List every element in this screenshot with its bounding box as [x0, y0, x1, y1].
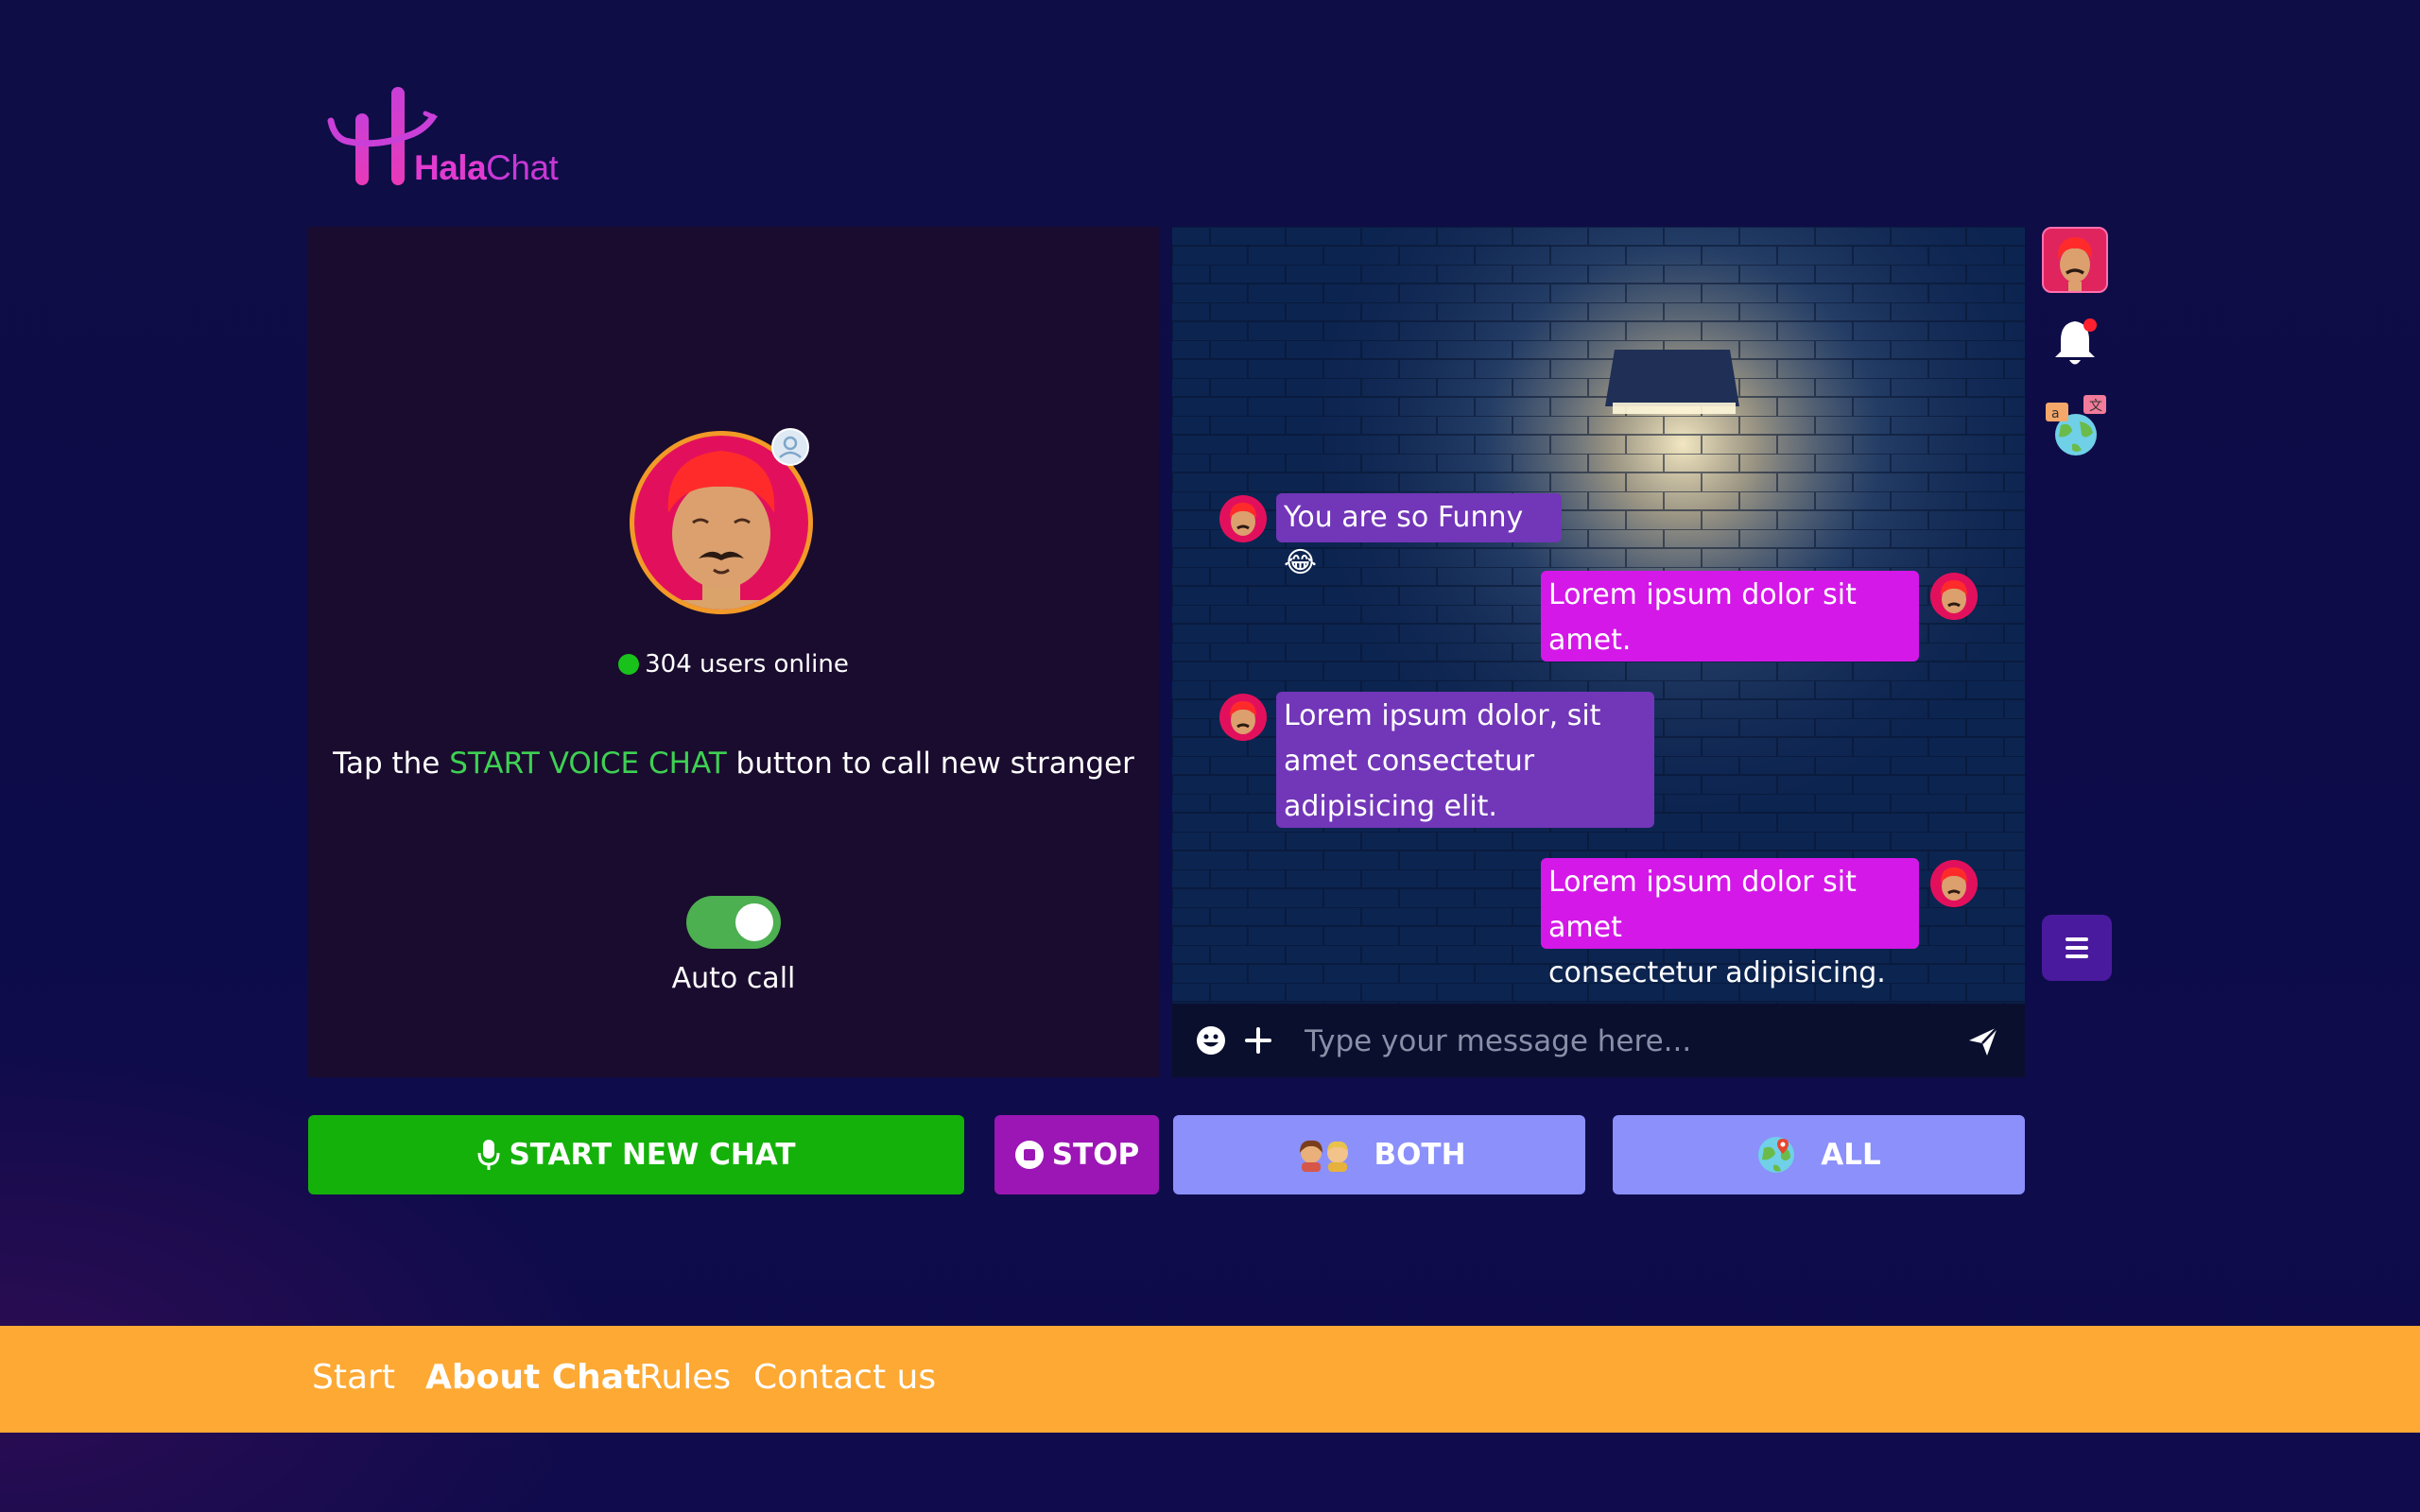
sender-avatar — [1930, 573, 1978, 620]
both-label: BOTH — [1374, 1138, 1466, 1172]
language-globe-icon[interactable]: a 文 — [2044, 393, 2110, 459]
both-genders-icon — [1300, 1140, 1349, 1172]
auto-call-toggle[interactable] — [686, 896, 781, 949]
text-chat-panel: You are so Funny 😂 Lorem ipsum dolor sit… — [1172, 227, 2025, 1077]
svg-text:a: a — [2051, 406, 2060, 421]
stop-button[interactable]: STOP — [994, 1115, 1159, 1194]
online-dot-icon — [618, 654, 640, 675]
attach-plus-icon[interactable] — [1242, 1024, 1274, 1057]
footer-link-rules[interactable]: Rules — [639, 1356, 731, 1400]
start-new-chat-label: START NEW CHAT — [509, 1138, 796, 1172]
message-input-bar — [1172, 1004, 2025, 1077]
footer-link-start[interactable]: Start — [312, 1356, 395, 1400]
voice-chat-panel: 304 users online Tap the START VOICE CHA… — [308, 227, 1159, 1077]
message-received: Lorem ipsum dolor, sit amet consectetur ad… — [1276, 692, 1654, 828]
instruction-text: Tap the START VOICE CHAT button to call … — [333, 747, 1134, 781]
sender-avatar — [1930, 860, 1978, 907]
footer-nav: Start About Chat Rules Contact us — [0, 1326, 2420, 1433]
halachat-logo[interactable]: HalaChat — [327, 85, 573, 198]
message-sent: Lorem ipsum dolor sit amet consectetur ad… — [1541, 858, 1919, 1035]
microphone-icon — [477, 1140, 500, 1170]
stop-icon — [1014, 1141, 1044, 1169]
gender-both-button[interactable]: BOTH — [1173, 1115, 1585, 1194]
toggle-knob — [735, 903, 773, 941]
notification-dot — [2083, 318, 2097, 332]
add-user-icon[interactable] — [771, 428, 809, 466]
menu-button[interactable] — [2042, 915, 2112, 981]
sender-avatar — [1219, 694, 1267, 741]
footer-link-contact-us[interactable]: Contact us — [753, 1356, 936, 1400]
emoji-icon[interactable] — [1195, 1024, 1227, 1057]
start-new-chat-button[interactable]: START NEW CHAT — [308, 1115, 964, 1194]
send-icon[interactable] — [1966, 1024, 2000, 1058]
users-online-status: 304 users online — [308, 650, 1159, 679]
footer-link-about-chat[interactable]: About Chat — [425, 1356, 640, 1400]
world-globe-icon — [1758, 1137, 1795, 1173]
region-all-button[interactable]: ALL — [1613, 1115, 2025, 1194]
message-input[interactable] — [1303, 1017, 1949, 1066]
sender-avatar — [1219, 495, 1267, 542]
message-received: You are so Funny 😂 — [1276, 493, 1562, 579]
auto-call-label: Auto call — [671, 962, 796, 995]
message-sent: Lorem ipsum dolor sit amet. — [1541, 571, 1919, 662]
all-label: ALL — [1821, 1138, 1881, 1172]
hamburger-icon — [2066, 937, 2088, 941]
stop-label: STOP — [1051, 1138, 1140, 1172]
profile-avatar-icon — [2057, 237, 2093, 291]
logo-text: HalaChat — [414, 148, 559, 187]
svg-text:文: 文 — [2089, 399, 2102, 414]
profile-avatar-button[interactable] — [2042, 227, 2108, 293]
notification-bell-icon[interactable] — [2051, 316, 2099, 369]
